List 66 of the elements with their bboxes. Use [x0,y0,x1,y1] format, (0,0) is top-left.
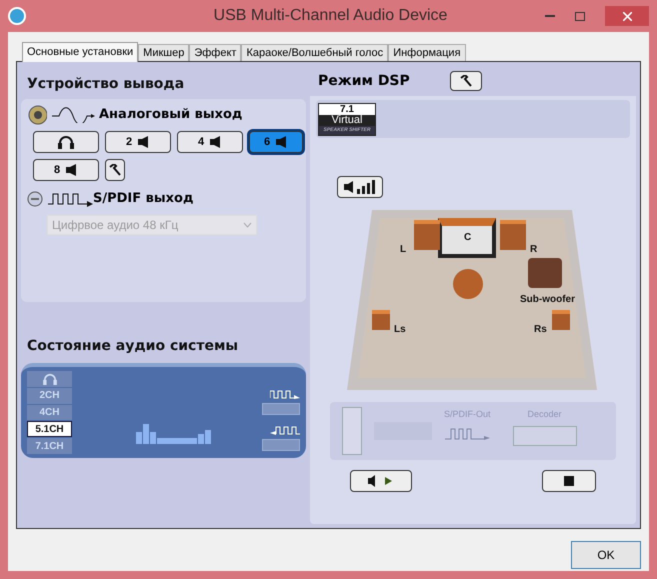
channel-indicator: 7.1CH [27,438,72,454]
digital-in-icon [270,425,300,435]
digital-out-icon [270,389,300,399]
tab[interactable]: Микшер [138,44,190,61]
chevron-down-icon [243,222,252,228]
section-heading: Состояние аудио системы [27,337,240,356]
speaker-play-icon [368,475,394,487]
speaker-drawing [372,310,390,330]
section-heading: Устройство вывода [27,75,186,94]
output-mode-button[interactable]: 4 [177,131,243,153]
ok-button[interactable]: OK [571,541,641,569]
channel-indicator: 2CH [27,388,72,404]
sine-wave-icon [51,107,95,123]
settings-button[interactable] [450,71,482,91]
spdif-out-label: S/PDIF-Out [444,408,491,422]
hammer-icon [109,164,121,176]
speaker-icon [27,105,47,125]
subwoofer-drawing [528,258,562,288]
headphones-icon [42,372,56,385]
digital-in-indicator [262,439,300,451]
tab[interactable]: Эффект [189,44,242,61]
speaker-icon [138,136,150,148]
test-play-button[interactable] [350,470,412,492]
speaker-label: L [400,243,406,257]
headphones-icon [58,135,74,149]
monitor-drawing [438,218,496,258]
speaker-label: Ls [394,323,406,337]
speaker-icon [66,164,78,176]
section-heading: Режим DSP [318,72,410,90]
channel-indicator: 5.1CH [27,421,72,438]
close-button[interactable] [605,6,649,26]
digital-out-indicator [262,403,300,415]
collapse-icon[interactable] [27,190,43,207]
speaker-label: Rs [534,323,547,337]
stop-button[interactable] [542,470,596,492]
tab[interactable]: Информация [388,44,466,61]
maximize-icon[interactable] [575,12,585,20]
app-icon [8,7,26,25]
output-mode-button[interactable]: 8 [33,159,99,181]
speaker-drawing [414,220,440,250]
settings-button[interactable] [105,159,125,181]
output-mode-button[interactable]: 6 [249,131,303,153]
decoder-label: Decoder [528,408,562,422]
speaker-drawing [500,220,526,250]
speaker-icon [276,136,288,148]
speaker-volume-icon [343,180,377,194]
output-mode-button[interactable] [33,131,99,153]
stop-icon [564,476,574,486]
window-title: USB Multi-Channel Audio Device [212,6,448,26]
speaker-drawing [552,310,570,330]
channel-indicator: 4CH [27,404,72,420]
listener-ball-icon [452,268,484,300]
square-wave-icon [444,426,490,440]
analog-output-label: Аналоговый выход [99,106,242,124]
speaker-label: Sub-woofer [520,293,575,307]
volume-button[interactable] [337,176,383,198]
square-wave-icon [47,190,93,207]
tab[interactable]: Основные установки [22,42,138,62]
close-icon [622,12,632,20]
output-mode-button[interactable]: 2 [105,131,171,153]
speaker-label: C [464,231,472,245]
hammer-icon [460,75,472,87]
tab[interactable]: Караоке/Волшебный голос [241,44,388,61]
spdif-output-label: S/PDIF выход [93,190,194,208]
speaker-label: R [530,243,538,257]
speaker-icon [210,136,222,148]
